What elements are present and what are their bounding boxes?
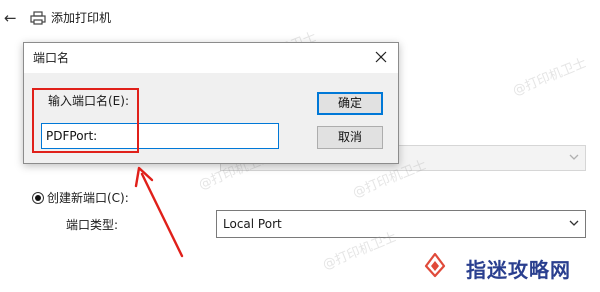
port-type-value: Local Port	[223, 217, 282, 231]
dialog-title: 端口名	[33, 51, 70, 65]
chevron-down-icon	[569, 154, 579, 160]
cancel-button[interactable]: 取消	[317, 126, 383, 149]
back-arrow-icon[interactable]: ←	[4, 10, 17, 26]
printer-icon	[30, 11, 46, 25]
dialog-titlebar[interactable]: 端口名	[24, 43, 398, 73]
ok-button[interactable]: 确定	[317, 92, 383, 115]
close-icon[interactable]	[373, 49, 389, 65]
annotation-highlight-box	[32, 88, 139, 153]
watermark-text: @打印机卫士	[510, 55, 589, 99]
create-new-port-label: 创建新端口(C):	[47, 191, 129, 205]
wizard-title: 添加打印机	[51, 11, 112, 25]
radio-indicator[interactable]	[32, 191, 44, 204]
brand-text: 指迷攻略网	[466, 258, 571, 282]
port-type-select[interactable]: Local Port	[216, 210, 586, 238]
chevron-down-icon	[569, 220, 579, 226]
port-type-label: 端口类型:	[66, 218, 119, 232]
brand-logo-icon	[424, 252, 446, 278]
create-new-port-radio[interactable]	[32, 190, 44, 206]
